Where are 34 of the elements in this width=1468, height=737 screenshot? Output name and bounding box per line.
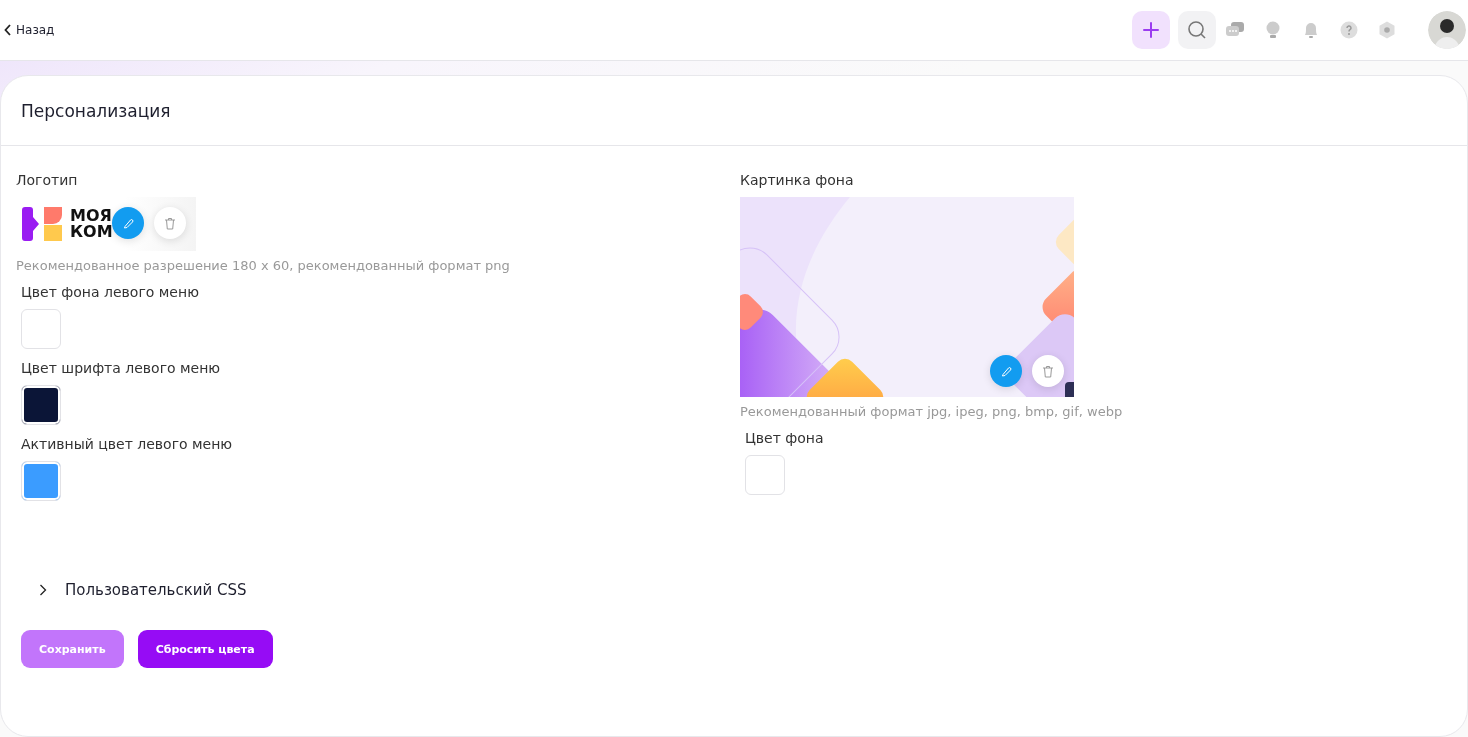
hint-text: Рекомендованный формат jpg, ipeg, png, bmp, gif, webp [740, 404, 1123, 419]
help-icon [1339, 20, 1359, 40]
color-swatch[interactable] [745, 455, 785, 495]
field-label: Логотип [16, 172, 78, 188]
delete-button[interactable] [154, 207, 186, 239]
reset-colors-button[interactable]: Сбросить цвета [137, 630, 273, 668]
edit-button[interactable] [112, 207, 144, 239]
search-icon [1187, 20, 1207, 40]
pencil-icon [122, 217, 134, 229]
chevron-icon [39, 584, 47, 596]
logo-text: МОЯ [70, 208, 113, 224]
back-link[interactable]: Назад [4, 23, 55, 37]
page-title: Персонализация [21, 100, 171, 121]
field-label: Цвет фона [745, 430, 824, 446]
plus-icon [1141, 20, 1161, 40]
field-label: Цвет шрифта левого меню [21, 360, 221, 376]
pencil-icon [1000, 365, 1012, 377]
color-swatch[interactable] [21, 309, 61, 349]
field-label: Картинка фона [740, 172, 854, 188]
trash-icon [1042, 364, 1054, 378]
trash-icon [164, 216, 176, 230]
custom-css-toggle[interactable]: Пользовательский CSS [39, 581, 247, 599]
color-swatch[interactable] [21, 461, 61, 501]
search-button[interactable] [1178, 11, 1216, 49]
field-label: Активный цвет левого меню [21, 436, 233, 452]
hint-text: Рекомендованное разрешение 180 x 60, рекомендованный формат png [16, 258, 510, 273]
avatar[interactable] [1428, 11, 1466, 49]
logo-mark-icon [22, 207, 62, 241]
logo-text: КОМ [70, 224, 113, 240]
hexagon-icon [1377, 20, 1397, 40]
color-swatch[interactable] [21, 385, 61, 425]
field-label: Цвет фона левого меню [21, 284, 199, 300]
add-button[interactable] [1132, 11, 1170, 49]
chevron-left-icon [4, 24, 12, 36]
